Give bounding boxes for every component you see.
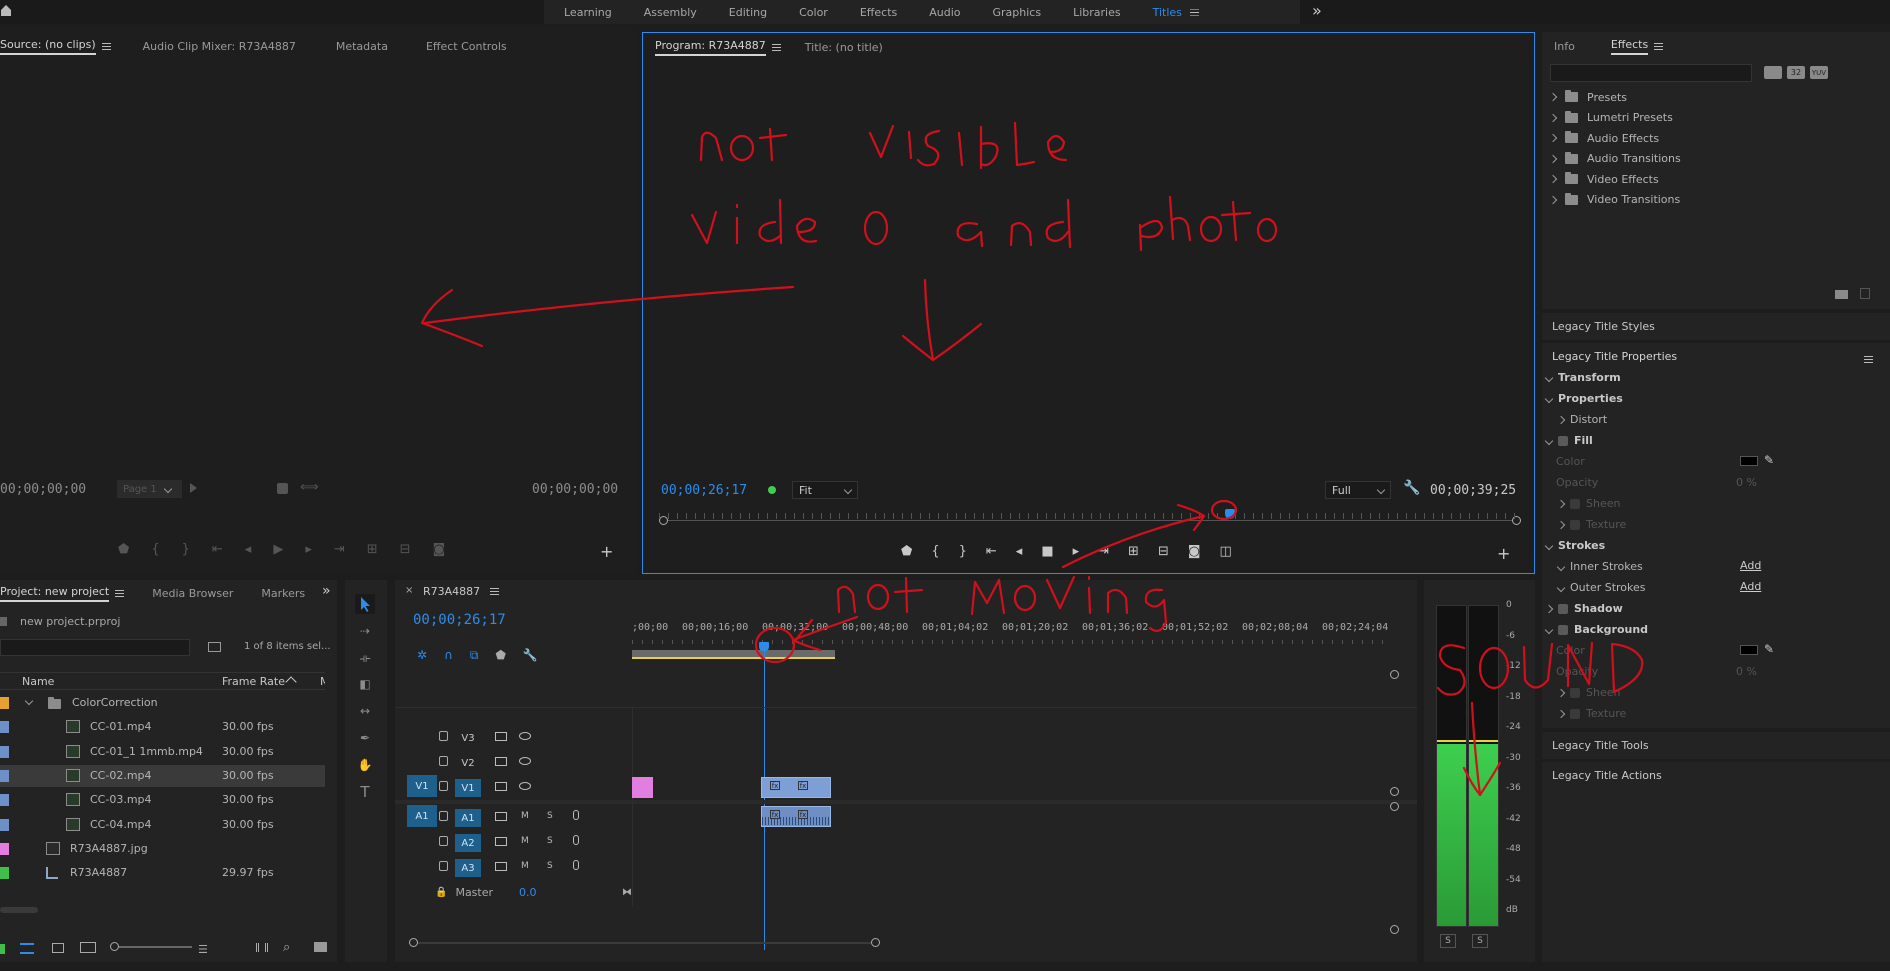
annotation-not-moving — [836, 575, 1168, 632]
annotation-arrow-down — [901, 278, 983, 362]
annotation-sound — [1436, 641, 1644, 696]
annotation-not-visible — [699, 121, 1068, 170]
annotation-timeline-circle — [754, 615, 859, 664]
annotation-arrow-playhead — [1061, 499, 1238, 569]
annotation-arrow-sound — [1462, 701, 1502, 797]
handwritten-annotations — [420, 121, 1644, 797]
annotation-arrow-left — [420, 285, 795, 348]
annotation-video-and-photo — [690, 195, 1278, 252]
